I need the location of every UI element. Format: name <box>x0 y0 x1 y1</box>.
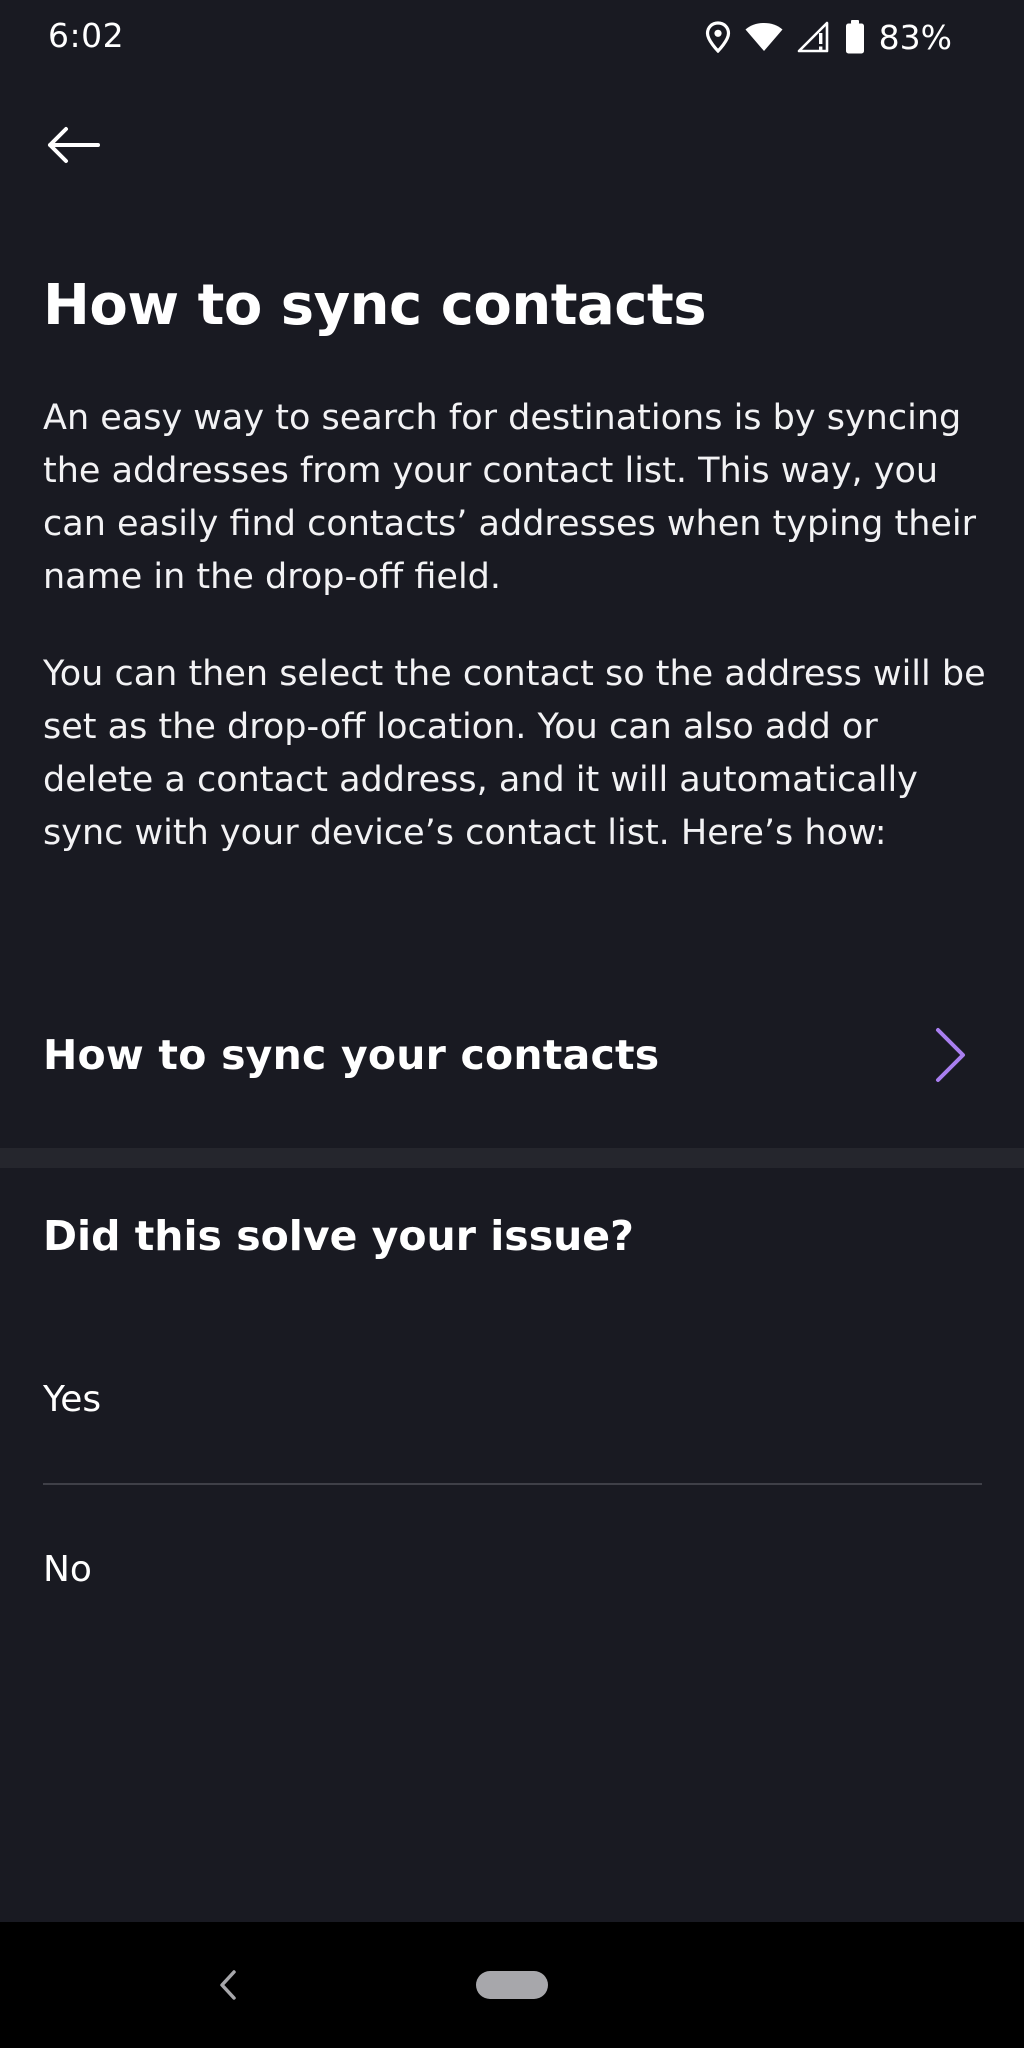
feedback-no-label: No <box>43 1549 92 1590</box>
signal-icon <box>797 21 831 53</box>
article-paragraph-1: An easy way to search for destinations i… <box>43 398 977 597</box>
battery-percentage: 83% <box>878 17 952 57</box>
feedback-question: Did this solve your issue? <box>43 1212 634 1260</box>
feedback-no-option[interactable]: No <box>0 1515 1024 1625</box>
navigation-bar <box>0 1922 1024 2048</box>
nav-back-icon[interactable] <box>208 1962 248 2008</box>
nav-home-pill[interactable] <box>476 1971 548 1999</box>
status-icons: 83% <box>705 16 952 58</box>
feedback-yes-label: Yes <box>43 1379 102 1420</box>
status-time: 6:02 <box>48 16 125 55</box>
wifi-icon <box>745 22 783 52</box>
location-icon <box>705 21 731 53</box>
sync-contacts-link[interactable]: How to sync your contacts <box>0 1000 1024 1110</box>
sync-contacts-link-label: How to sync your contacts <box>43 1031 660 1079</box>
status-bar: 6:02 83% <box>0 0 1024 72</box>
feedback-yes-option[interactable]: Yes <box>0 1345 1024 1455</box>
option-divider <box>43 1483 982 1485</box>
section-divider <box>0 1148 1024 1168</box>
arrow-left-icon <box>48 127 100 163</box>
screen: 6:02 83% How to sync contacts An easy wa… <box>0 0 1024 2048</box>
back-button[interactable] <box>28 110 118 180</box>
battery-icon <box>845 20 865 54</box>
chevron-right-icon <box>936 1028 965 1082</box>
article-paragraph-2: You can then select the contact so the a… <box>43 654 986 853</box>
page-title: How to sync contacts <box>43 273 707 338</box>
